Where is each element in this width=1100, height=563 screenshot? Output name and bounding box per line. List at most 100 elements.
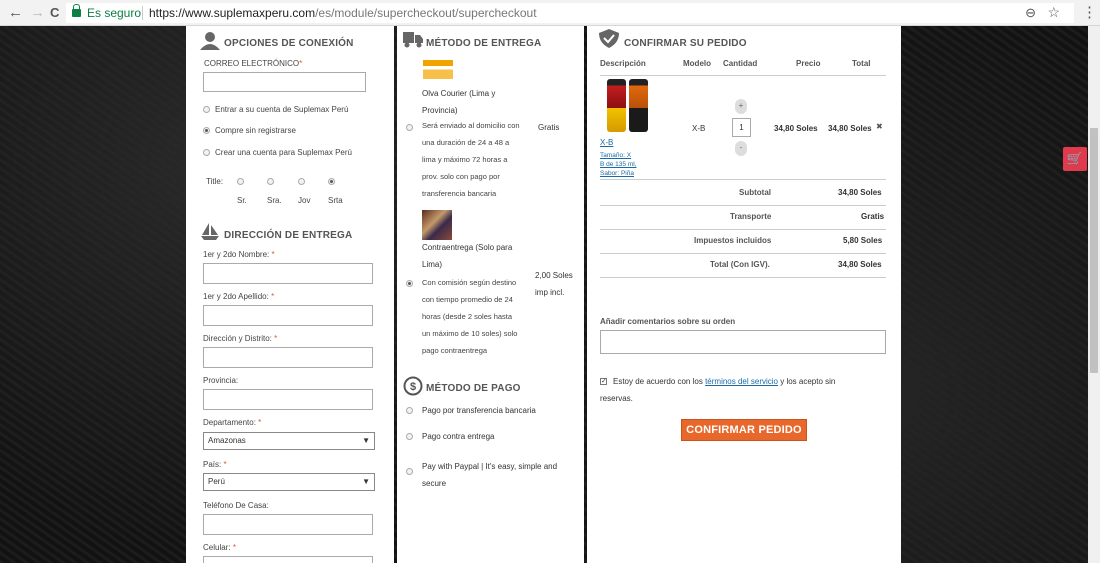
back-arrow-icon[interactable]: ← — [8, 3, 23, 23]
title-radio-jov[interactable] — [298, 178, 305, 185]
confirm-order-button[interactable]: CONFIRMAR PEDIDO — [681, 419, 807, 441]
contraentrega-radio[interactable] — [406, 280, 413, 287]
total-value: 34,80 Soles — [838, 260, 882, 269]
cod-label: Pago contra entrega — [422, 432, 495, 441]
title-srta-label: Srta — [328, 196, 343, 205]
bookmark-star-icon[interactable]: ☆ — [1047, 2, 1060, 22]
register-radio[interactable] — [203, 149, 210, 156]
col-header-model: Modelo — [683, 59, 711, 68]
order-column: CONFIRMAR SU PEDIDO Descripción Modelo C… — [587, 26, 901, 563]
mobile-label: Celular: * — [203, 543, 236, 552]
zoom-icon[interactable]: ⊖ — [1025, 3, 1036, 23]
olva-description: Será enviado al domicilio con una duració… — [422, 121, 520, 198]
terms-text-line2: reservas. — [600, 394, 633, 403]
contraentrega-image — [422, 210, 452, 240]
comments-textarea[interactable] — [600, 330, 886, 354]
olva-price: Gratis — [538, 123, 560, 132]
mobile-field[interactable] — [203, 556, 373, 563]
shipping-payment-column: MÉTODO DE ENTREGA Olva Courier (Lima y Pr… — [397, 26, 584, 563]
terms-link[interactable]: términos del servicio — [705, 377, 778, 386]
divider — [600, 277, 886, 278]
qty-decrease-button[interactable]: - — [735, 141, 747, 156]
olva-name: Olva Courier (Lima y Provincia) — [422, 89, 496, 115]
svg-text:$: $ — [410, 381, 416, 393]
dollar-icon: $ — [403, 376, 423, 396]
department-select[interactable]: Amazonas ▼ — [203, 432, 375, 450]
firstname-field[interactable] — [203, 263, 373, 284]
department-label: Departamento: * — [203, 418, 262, 427]
browser-menu-icon[interactable]: ⋮ — [1082, 3, 1097, 21]
login-radio[interactable] — [203, 106, 210, 113]
lock-icon — [72, 4, 81, 17]
terms-text: Estoy de acuerdo con los términos del se… — [613, 377, 836, 386]
chevron-down-icon: ▼ — [362, 477, 370, 486]
lastname-label: 1er y 2do Apellido: * — [203, 292, 275, 301]
comments-label: Añadir comentarios sobre su orden — [600, 317, 736, 326]
payment-section-title: MÉTODO DE PAGO — [426, 383, 521, 394]
product-total: 34,80 Soles — [828, 124, 872, 133]
url-host: https://www.suplemaxperu.com — [149, 6, 316, 20]
country-label: País: * — [203, 460, 227, 469]
col-header-description: Descripción — [600, 59, 646, 68]
olva-logo-image — [423, 55, 453, 79]
country-select[interactable]: Perú ▼ — [203, 473, 375, 491]
scrollbar-thumb[interactable] — [1090, 128, 1098, 373]
address-label: Dirección y Distrito: * — [203, 334, 278, 343]
secure-indicator[interactable]: Es seguro — [72, 3, 141, 23]
omnibox-divider — [142, 6, 143, 20]
shipping-value: Gratis — [861, 212, 885, 221]
product-image-bottle — [629, 79, 648, 132]
forward-arrow-icon[interactable]: → — [30, 3, 45, 23]
product-name-link[interactable]: X-B — [600, 138, 613, 147]
browser-toolbar: ← → C Es seguro https://www.suplemaxperu… — [0, 0, 1100, 26]
delivery-section-title: MÉTODO DE ENTREGA — [426, 38, 542, 49]
taxes-label: Impuestos incluidos — [694, 236, 772, 245]
email-field[interactable] — [203, 72, 366, 92]
lastname-field[interactable] — [203, 305, 373, 326]
shield-check-icon — [599, 29, 619, 48]
user-icon — [200, 32, 220, 50]
address-field[interactable] — [203, 347, 373, 368]
quantity-field[interactable]: 1 — [732, 118, 751, 137]
phone-field[interactable] — [203, 514, 373, 535]
qty-increase-button[interactable]: + — [735, 99, 747, 114]
col-header-quantity: Cantidad — [723, 59, 758, 68]
product-attributes[interactable]: Tamaño: XB de 135 ml, Sabor: Piña — [600, 151, 637, 178]
olva-radio[interactable] — [406, 124, 413, 131]
title-label: Title: — [206, 177, 224, 186]
transfer-radio[interactable] — [406, 407, 413, 414]
title-radio-sr[interactable] — [237, 178, 244, 185]
url-text[interactable]: https://www.suplemaxperu.com/es/module/s… — [149, 3, 537, 23]
login-option-label: Entrar a su cuenta de Suplemax Perú — [215, 105, 349, 114]
divider — [600, 229, 886, 230]
product-price: 34,80 Soles — [774, 124, 818, 133]
province-field[interactable] — [203, 389, 373, 410]
title-jov-label: Jov — [298, 196, 311, 205]
product-image-bottle — [607, 79, 626, 132]
title-radio-sra[interactable] — [267, 178, 274, 185]
guest-radio[interactable] — [203, 127, 210, 134]
address-section-title: DIRECCIÓN DE ENTREGA — [224, 230, 353, 241]
guest-option-label: Compre sin registrarse — [215, 126, 296, 135]
order-section-title: CONFIRMAR SU PEDIDO — [624, 38, 747, 49]
cart-icon[interactable]: 🛒 — [1063, 147, 1087, 171]
contraentrega-price: 2,00 Soles imp incl. — [535, 271, 573, 297]
total-label: Total (Con IGV). — [710, 260, 770, 269]
ship-icon — [201, 223, 219, 240]
subtotal-value: 34,80 Soles — [838, 188, 882, 197]
customer-column: OPCIONES DE CONEXIÓN CORREO ELECTRÓNICO*… — [186, 26, 394, 563]
col-header-total: Total — [852, 59, 871, 68]
secure-label: Es seguro — [87, 6, 142, 20]
cod-radio[interactable] — [406, 433, 413, 440]
truck-icon — [403, 32, 423, 48]
remove-item-icon[interactable]: ✖ — [876, 122, 883, 131]
address-bar[interactable]: Es seguro https://www.suplemaxperu.com/e… — [66, 3, 1074, 23]
terms-checkbox[interactable]: ✓ — [600, 378, 607, 385]
register-option-label: Crear una cuenta para Suplemax Perú — [215, 148, 352, 157]
login-section-title: OPCIONES DE CONEXIÓN — [224, 38, 354, 49]
paypal-radio[interactable] — [406, 468, 413, 475]
reload-icon[interactable]: C — [50, 3, 59, 23]
title-radio-srta[interactable] — [328, 178, 335, 185]
divider — [600, 253, 886, 254]
title-sra-label: Sra. — [267, 196, 282, 205]
